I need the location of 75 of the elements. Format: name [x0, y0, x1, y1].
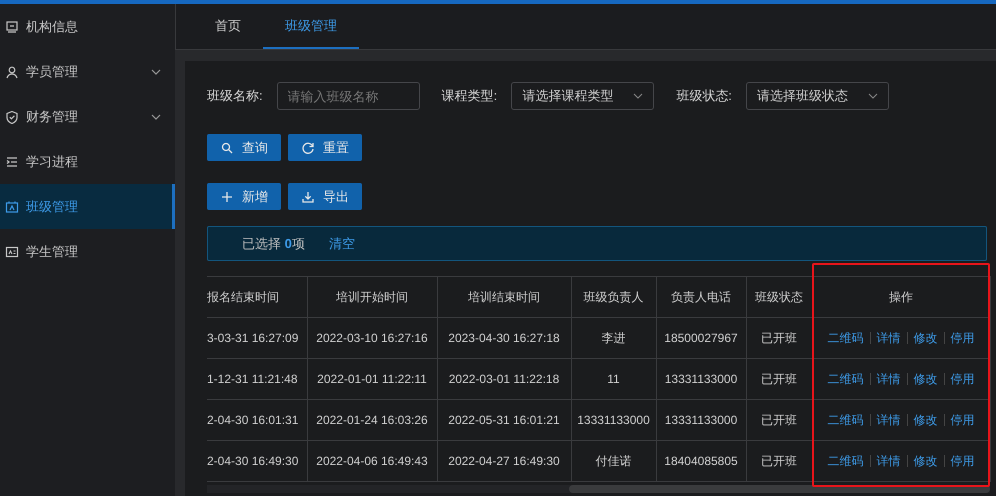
- column-header: 报名结束时间: [207, 276, 307, 318]
- table-cell: 2022-01-24 16:03:26: [307, 400, 437, 440]
- table-cell: 18404085805: [656, 440, 746, 482]
- table-cell: 18500027967: [656, 318, 746, 358]
- chevron-down-icon: [633, 93, 644, 99]
- column-header: 负责人电话: [656, 276, 746, 318]
- table-cell: 2-04-30 16:01:31: [207, 400, 307, 440]
- table-cell: 11: [571, 358, 656, 400]
- table-cell: 13331133000: [656, 358, 746, 400]
- clear-link[interactable]: 清空: [328, 234, 355, 252]
- search-icon: [220, 140, 234, 154]
- action-button[interactable]: 新增: [207, 183, 281, 210]
- sidebar-item[interactable]: 班级管理: [0, 184, 175, 229]
- person-icon: [5, 64, 19, 78]
- action-link[interactable]: 详情: [876, 372, 900, 386]
- action-link[interactable]: 二维码: [828, 372, 864, 386]
- action-link[interactable]: 停用: [950, 454, 974, 468]
- column-header: 操作: [812, 276, 990, 318]
- table-cell: 1-12-31 11:21:48: [207, 358, 307, 400]
- sidebar-item[interactable]: 机构信息: [0, 4, 175, 49]
- sidebar-item[interactable]: 学生管理: [0, 229, 175, 274]
- refresh-icon: [301, 140, 315, 154]
- table-cell: 2022-04-27 16:49:30: [437, 440, 571, 482]
- action-link[interactable]: 停用: [950, 372, 974, 386]
- table-cell: 付佳诺: [571, 440, 656, 482]
- download-icon: [301, 190, 315, 204]
- sidebar-item[interactable]: 财务管理: [0, 94, 175, 139]
- list-icon: [5, 154, 19, 168]
- sidebar-item[interactable]: 学习进程: [0, 139, 175, 184]
- plus-icon: [220, 190, 234, 204]
- select-field[interactable]: 请选择班级状态: [746, 82, 889, 110]
- filter-label: 课程类型:: [442, 87, 498, 105]
- table-cell: 李进: [571, 318, 656, 358]
- table-cell: 13331133000: [571, 400, 656, 440]
- action-link[interactable]: 二维码: [828, 412, 864, 426]
- action-link[interactable]: 停用: [950, 330, 974, 344]
- column-header: 培训开始时间: [307, 276, 437, 318]
- table-cell: 13331133000: [656, 400, 746, 440]
- action-link[interactable]: 停用: [950, 412, 974, 426]
- tab[interactable]: 班级管理: [263, 4, 359, 49]
- board-icon: [5, 200, 19, 214]
- table-cell: 2022-03-01 11:22:18: [437, 358, 571, 400]
- table-cell: 2-04-30 16:49:30: [207, 440, 307, 482]
- select-field[interactable]: 请选择课程类型: [511, 82, 654, 110]
- action-link[interactable]: 二维码: [828, 330, 864, 344]
- filter-label: 班级名称:: [207, 87, 263, 105]
- table-cell: 2023-04-30 16:27:18: [437, 318, 571, 358]
- column-header: 班级状态: [746, 276, 812, 318]
- action-link[interactable]: 详情: [876, 454, 900, 468]
- action-link[interactable]: 修改: [914, 372, 938, 386]
- action-button[interactable]: 查询: [207, 134, 281, 161]
- column-header: 班级负责人: [571, 276, 656, 318]
- shield-icon: [5, 110, 19, 124]
- tab[interactable]: 首页: [193, 4, 263, 49]
- action-link[interactable]: 修改: [914, 412, 938, 426]
- id-card-icon: [5, 244, 19, 258]
- table-cell: 2022-03-10 16:27:16: [307, 318, 437, 358]
- selection-count: 已选择 0项: [242, 234, 305, 252]
- action-link[interactable]: 修改: [914, 454, 938, 468]
- sidebar-item[interactable]: 学员管理: [0, 49, 175, 94]
- monitor-icon: [5, 20, 19, 34]
- action-link[interactable]: 详情: [876, 412, 900, 426]
- table-cell: 2022-01-01 11:22:11: [307, 358, 437, 400]
- action-link[interactable]: 详情: [876, 330, 900, 344]
- action-button[interactable]: 导出: [288, 183, 362, 210]
- action-link[interactable]: 修改: [914, 330, 938, 344]
- text-field[interactable]: 请输入班级名称: [276, 82, 420, 110]
- action-button[interactable]: 重置: [288, 134, 362, 161]
- filter-label: 班级状态:: [676, 87, 732, 105]
- column-header: 培训结束时间: [437, 276, 571, 318]
- table-cell: 2022-05-31 16:01:21: [437, 400, 571, 440]
- chevron-down-icon: [868, 93, 878, 99]
- table-cell: 3-03-31 16:27:09: [207, 318, 307, 358]
- action-link[interactable]: 二维码: [828, 454, 864, 468]
- table-cell: 2022-04-06 16:49:43: [307, 440, 437, 482]
